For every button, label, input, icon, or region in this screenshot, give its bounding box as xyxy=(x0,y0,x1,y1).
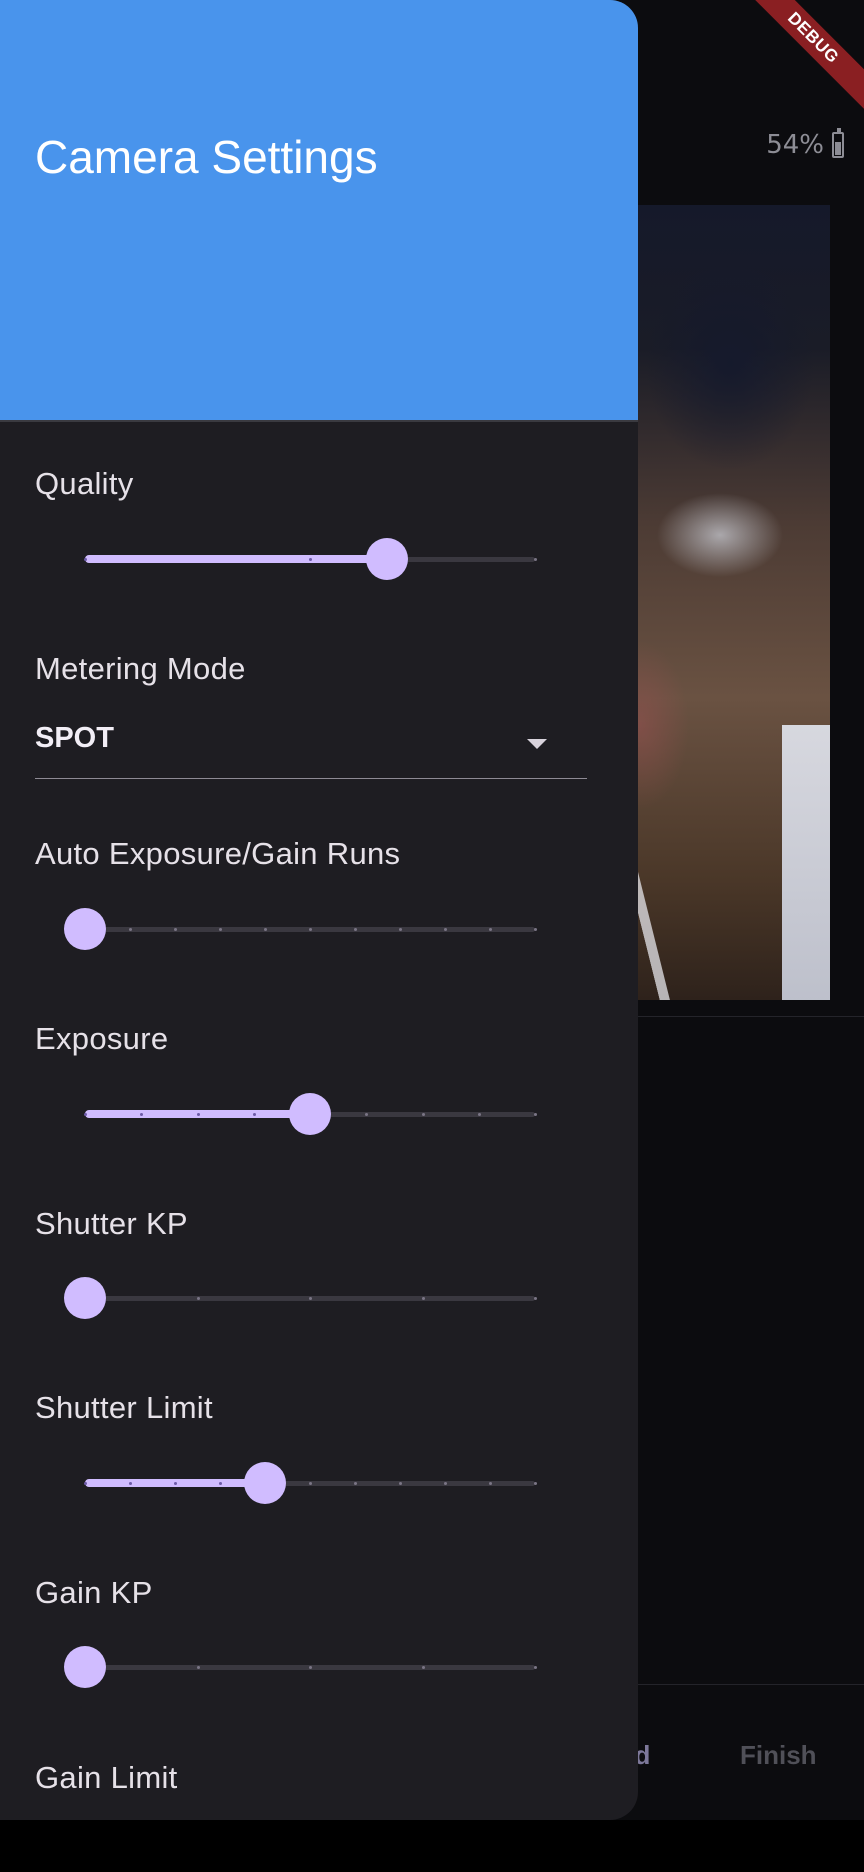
slider-tick xyxy=(264,928,267,931)
slider-tick xyxy=(534,1113,537,1116)
battery-icon xyxy=(832,128,844,158)
slider-tick xyxy=(534,1297,537,1300)
auto-exposure-runs-label: Auto Exposure/Gain Runs xyxy=(35,836,401,871)
slider-tick xyxy=(422,1113,425,1116)
metering-mode-dropdown[interactable]: SPOT xyxy=(35,712,587,779)
shutter-limit-slider[interactable] xyxy=(84,1460,537,1506)
slider-thumb[interactable] xyxy=(64,908,106,950)
slider-tick xyxy=(309,558,312,561)
slider-tick xyxy=(534,928,537,931)
dropdown-arrow-icon xyxy=(527,739,547,749)
slider-tick xyxy=(534,1482,537,1485)
slider-tick xyxy=(422,1297,425,1300)
slider-tick xyxy=(84,558,87,561)
battery-percent: 54% xyxy=(766,130,824,160)
quality-label: Quality xyxy=(35,466,134,501)
slider-tick xyxy=(309,1482,312,1485)
slider-tick xyxy=(309,1666,312,1669)
slider-tick xyxy=(489,1482,492,1485)
slider-tick xyxy=(129,1482,132,1485)
camera-settings-drawer: Camera Settings Quality Metering Mode SP… xyxy=(0,0,638,1820)
slider-tick xyxy=(129,928,132,931)
exposure-label: Exposure xyxy=(35,1021,169,1056)
slider-tick xyxy=(197,1666,200,1669)
slider-tick xyxy=(84,1482,87,1485)
nav-divider xyxy=(600,1684,864,1685)
slider-tick xyxy=(365,1113,368,1116)
battery-status: 54% xyxy=(766,128,844,160)
slider-tick xyxy=(197,1297,200,1300)
slider-tick xyxy=(140,1113,143,1116)
slider-tick xyxy=(309,1297,312,1300)
slider-tick xyxy=(174,928,177,931)
divider xyxy=(600,1016,864,1017)
slider-tick xyxy=(354,1482,357,1485)
slider-tick xyxy=(219,928,222,931)
slider-tick xyxy=(354,928,357,931)
slider-tick xyxy=(309,928,312,931)
slider-tick xyxy=(399,1482,402,1485)
gain-limit-label: Gain Limit xyxy=(35,1760,178,1795)
slider-thumb[interactable] xyxy=(289,1093,331,1135)
gain-kp-slider[interactable] xyxy=(64,1644,537,1690)
slider-active-track xyxy=(85,555,387,563)
exposure-slider[interactable] xyxy=(84,1091,537,1137)
gain-kp-label: Gain KP xyxy=(35,1575,153,1610)
slider-tick xyxy=(534,1666,537,1669)
slider-tick xyxy=(444,928,447,931)
shutter-limit-label: Shutter Limit xyxy=(35,1390,213,1425)
slider-thumb[interactable] xyxy=(64,1277,106,1319)
drawer-header: Camera Settings xyxy=(0,0,638,422)
slider-tick xyxy=(444,1482,447,1485)
metering-mode-value: SPOT xyxy=(35,722,114,754)
slider-tick xyxy=(84,1113,87,1116)
quality-slider[interactable] xyxy=(84,536,537,582)
slider-tick xyxy=(478,1113,481,1116)
slider-thumb[interactable] xyxy=(244,1462,286,1504)
finish-button[interactable]: Finish xyxy=(740,1740,817,1771)
auto-exposure-runs-slider[interactable] xyxy=(64,906,537,952)
slider-tick xyxy=(253,1113,256,1116)
shutter-kp-label: Shutter KP xyxy=(35,1206,188,1241)
metering-mode-label: Metering Mode xyxy=(35,651,246,686)
slider-tick xyxy=(489,928,492,931)
shutter-kp-slider[interactable] xyxy=(64,1275,537,1321)
slider-thumb[interactable] xyxy=(366,538,408,580)
slider-thumb[interactable] xyxy=(64,1646,106,1688)
slider-tick xyxy=(534,558,537,561)
slider-tick xyxy=(422,1666,425,1669)
drawer-title: Camera Settings xyxy=(35,131,378,183)
preview-object xyxy=(782,725,830,1000)
slider-tick xyxy=(174,1482,177,1485)
slider-tick xyxy=(219,1482,222,1485)
slider-tick xyxy=(197,1113,200,1116)
slider-tick xyxy=(399,928,402,931)
